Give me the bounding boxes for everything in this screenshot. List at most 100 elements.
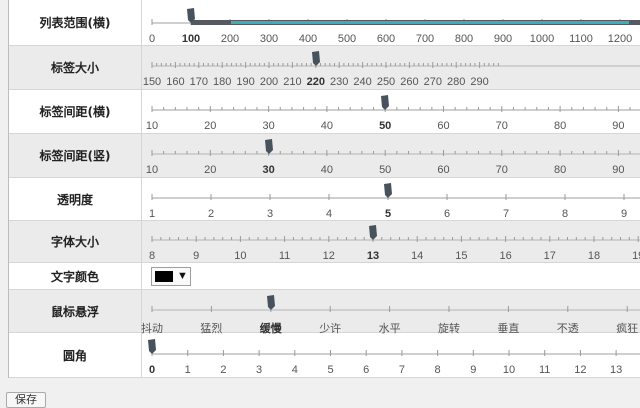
tick-label: 160 — [166, 76, 185, 88]
tick-label: 1100 — [569, 33, 593, 45]
tick-label: 210 — [283, 76, 302, 88]
slider-track[interactable] — [143, 221, 640, 263]
tick-label: 200 — [220, 33, 240, 45]
tick-label: 12 — [322, 250, 335, 262]
tick-label: 11 — [278, 250, 291, 262]
tick-label: 6 — [363, 364, 370, 376]
color-swatch — [155, 271, 173, 282]
tick-label: 10 — [145, 164, 159, 176]
tick-label: 10 — [502, 364, 516, 376]
tick-label: 80 — [553, 120, 567, 132]
label-opacity: 透明度 — [9, 178, 142, 220]
tick-label: 8 — [434, 364, 441, 376]
row-text-color: 文字颜色 ▼ — [9, 263, 640, 290]
tick-label: 180 — [213, 76, 232, 88]
tick-label: 170 — [189, 76, 208, 88]
tick-label: 700 — [415, 33, 435, 45]
slider-handle[interactable] — [383, 183, 392, 198]
tick-label: 19 — [632, 250, 640, 262]
tick-label: 300 — [259, 33, 279, 45]
tick-label: 1 — [184, 364, 191, 376]
control-text-color[interactable]: ▼ — [143, 263, 640, 289]
tick-label: 5 — [327, 364, 334, 376]
tick-label: 13 — [609, 364, 623, 376]
tick-label: 30 — [262, 120, 275, 132]
tick-label: 0 — [148, 33, 156, 45]
text-color-picker[interactable]: ▼ — [151, 267, 191, 286]
control-hover[interactable]: 抖动 猛烈 缓慢 少许 水平 旋转 垂直 不透 疯狂 — [141, 290, 640, 335]
tick-label: 7 — [502, 208, 510, 220]
tick-label: 3 — [256, 364, 263, 376]
tick-label: 9 — [193, 250, 200, 262]
tick-label: 7 — [398, 364, 405, 376]
tick-label: 18 — [587, 250, 601, 262]
tick-label: 5 — [384, 208, 392, 220]
tick-label: 30 — [262, 164, 275, 176]
tick-label: 90 — [612, 120, 625, 132]
tick-label: 190 — [236, 76, 255, 88]
tick-label: 20 — [204, 164, 217, 176]
tick-label: 14 — [411, 250, 424, 262]
tick-label: 250 — [376, 76, 396, 88]
control-tag-size[interactable]: 150 160 170 180 190 200 210 220 230 240 250 260 270 2… — [143, 46, 640, 89]
tick-label: 900 — [493, 33, 513, 45]
tick-label: 12 — [574, 364, 587, 376]
slider-track[interactable] — [143, 333, 640, 378]
control-corner-radius[interactable]: 0 1 2 3 4 5 6 7 8 9 10 11 12 13 — [143, 333, 640, 377]
tick-label: 9 — [620, 208, 628, 220]
tick-label: 70 — [495, 164, 508, 176]
label-text-color: 文字颜色 — [9, 263, 142, 289]
tick-label: 10 — [234, 250, 247, 262]
tick-label: 4 — [325, 208, 333, 220]
tick-label: 230 — [330, 76, 349, 88]
tick-label: 4 — [291, 364, 298, 376]
row-hover: 鼠标悬浮 抖动 猛烈 缓慢 少许 水平 旋转 垂直 不透 疯狂 — [9, 290, 640, 335]
row-tag-spacing-h: 标签间距(横) 10 20 30 40 50 60 70 80 90 — [9, 90, 640, 134]
tick-label: 13 — [366, 250, 380, 262]
tick-label: 60 — [437, 120, 450, 132]
tick-label: 500 — [337, 33, 357, 45]
slider-handle[interactable] — [264, 139, 273, 154]
tick-label: 16 — [499, 250, 512, 262]
slider-handle[interactable] — [147, 339, 156, 354]
tick-label: 9 — [470, 364, 477, 376]
tick-label: 290 — [470, 76, 489, 88]
control-font-size[interactable]: 8 9 10 11 12 13 14 15 16 17 18 19 — [143, 221, 640, 262]
tick-label: 60 — [437, 164, 450, 176]
label-list-range: 列表范围(横) — [9, 0, 142, 45]
row-tag-spacing-v: 标签间距(竖) 10 20 30 40 50 60 70 80 90 — [9, 134, 640, 178]
label-font-size: 字体大小 — [9, 221, 142, 262]
tick-label: 15 — [455, 250, 468, 262]
slider-handle[interactable] — [368, 225, 377, 240]
slider-handle[interactable] — [311, 51, 320, 66]
label-tag-spacing-v: 标签间距(竖) — [9, 134, 142, 177]
save-button[interactable]: 保存 — [6, 392, 46, 408]
control-tag-spacing-v[interactable]: 10 20 30 40 50 60 70 80 90 — [143, 134, 640, 177]
tick-label: 220 — [306, 76, 325, 88]
tick-label: 260 — [400, 76, 419, 88]
slider-handle[interactable] — [186, 8, 195, 23]
label-hover: 鼠标悬浮 — [9, 290, 142, 332]
tick-label: 10 — [145, 120, 159, 132]
settings-panel: 列表范围(横) 0 100 200 300 400 500 600 700 800 900 1000 1… — [8, 0, 640, 378]
tick-label: 40 — [320, 120, 334, 132]
tick-label: 20 — [204, 120, 217, 132]
tick-label: 3 — [266, 208, 274, 220]
slider-handle[interactable] — [380, 95, 390, 110]
tick-label: 50 — [379, 120, 392, 132]
tick-label: 1200 — [607, 33, 633, 45]
control-tag-spacing-h[interactable]: 10 20 30 40 50 60 70 80 90 — [143, 90, 640, 133]
control-opacity[interactable]: 1 2 3 4 5 6 7 8 9 — [143, 178, 640, 220]
control-list-range[interactable]: 0 100 200 300 400 500 600 700 800 900 1000 1100 1200… — [143, 0, 640, 45]
tick-label: 80 — [553, 164, 567, 176]
row-font-size: 字体大小 8 9 10 11 12 13 14 15 16 17 18 19 — [9, 221, 640, 263]
tick-label: 8 — [561, 208, 569, 220]
tick-label: 2 — [207, 208, 215, 220]
tick-label: 90 — [612, 164, 625, 176]
tick-label: 600 — [376, 33, 396, 45]
tick-label: 17 — [543, 250, 556, 262]
tick-label: 50 — [379, 164, 392, 176]
row-opacity: 透明度 1 2 3 4 5 6 7 8 9 — [9, 178, 640, 221]
slider-handle[interactable] — [266, 295, 275, 310]
tick-label: 6 — [443, 208, 451, 220]
